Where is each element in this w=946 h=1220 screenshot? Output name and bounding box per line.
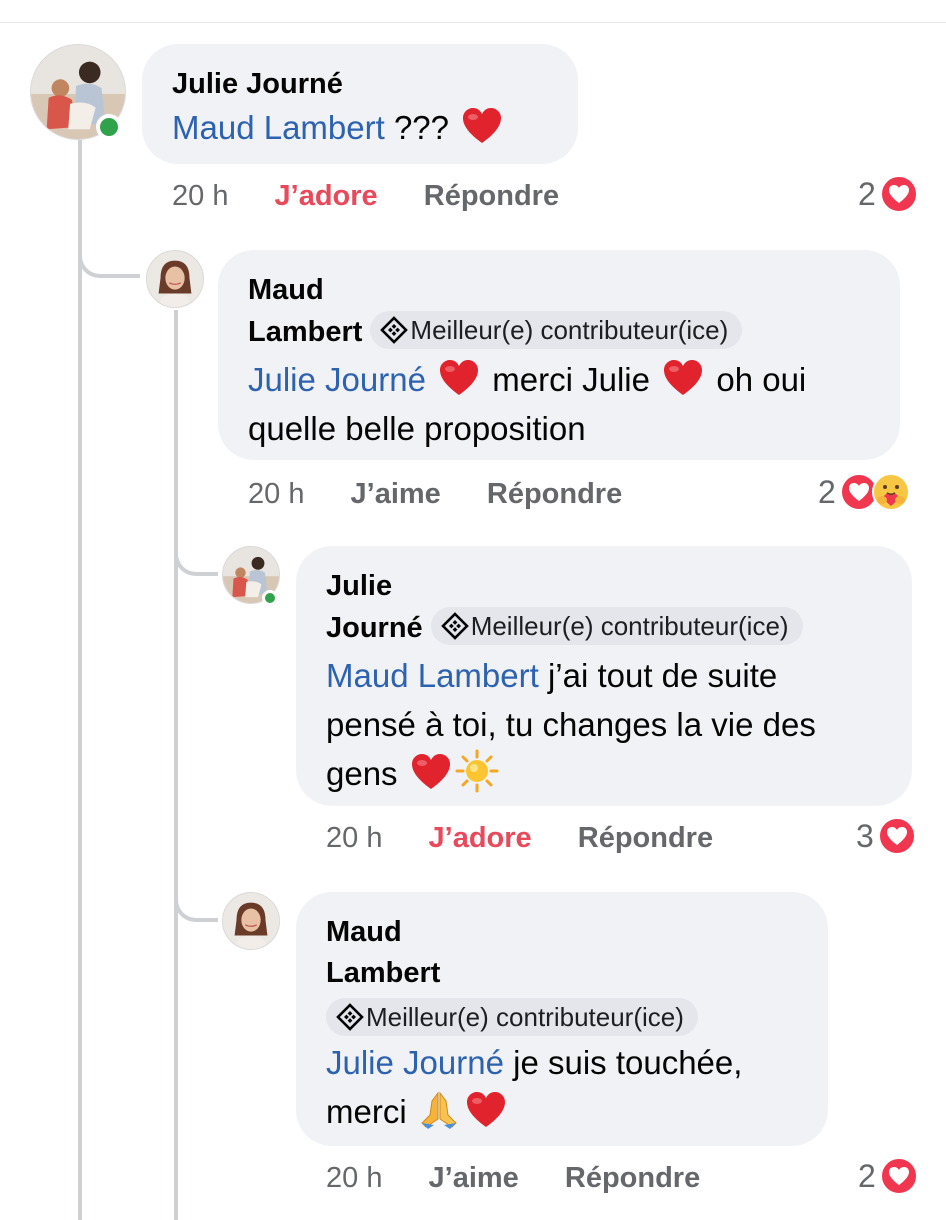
online-status-dot: [96, 114, 122, 140]
comment-author[interactable]: Maud Lambert Meilleur(e) contributeur(ic…: [326, 912, 798, 1040]
maud-photo-icon: [147, 251, 203, 307]
sun-emoji-icon: [455, 749, 499, 793]
comment-bubble[interactable]: Maud Lambert Meilleur(e) contributeur(ic…: [296, 892, 828, 1146]
badge-label: Meilleur(e) contributeur(ice): [366, 1002, 684, 1032]
online-status-dot: [262, 590, 278, 606]
care-reaction-icon: [871, 473, 910, 511]
author-last-name: Lambert: [248, 316, 363, 348]
reply-button[interactable]: Répondre: [565, 1162, 700, 1194]
comment-bubble[interactable]: Julie Journé Meilleur(e) contributeur(ice…: [296, 546, 912, 806]
comment-text-part: j’ai tout de suite: [538, 657, 778, 694]
love-reaction-icon: [879, 1157, 918, 1195]
comment-time[interactable]: 20 h: [326, 1162, 382, 1194]
reaction-count: 3: [856, 818, 874, 854]
comment-text: Julie Journé je suis touchée, merci: [326, 1038, 798, 1136]
comment-actions: 20 h J’aime Répondre: [326, 1160, 738, 1196]
maud-photo-icon: [223, 893, 279, 949]
comment-text-part: pensé à toi, tu changes la vie des: [326, 706, 816, 743]
top-contributor-badge[interactable]: Meilleur(e) contributeur(ice): [326, 998, 698, 1036]
red-heart-emoji-icon: [664, 360, 703, 395]
mention-link[interactable]: Maud Lambert: [326, 657, 539, 694]
comment-bubble[interactable]: Julie Journé Maud Lambert ???: [142, 44, 578, 164]
badge-label: Meilleur(e) contributeur(ice): [470, 611, 789, 641]
top-contributor-badge[interactable]: Meilleur(e) contributeur(ice): [370, 311, 743, 349]
reaction-summary[interactable]: 2: [858, 1156, 918, 1196]
folded-hands-emoji-icon: [421, 1091, 457, 1129]
comment-bubble[interactable]: Maud Lambert Meilleur(e) contributeur(ice…: [218, 250, 900, 460]
comment-text-part: gens: [326, 755, 407, 792]
author-first-name: Maud: [248, 274, 324, 306]
comment-time[interactable]: 20 h: [248, 478, 304, 510]
like-button[interactable]: J’aime: [429, 1162, 519, 1194]
reaction-count: 2: [858, 176, 876, 212]
mention-link[interactable]: Maud Lambert: [172, 109, 385, 146]
reply-button[interactable]: Répondre: [578, 822, 713, 854]
mention-link[interactable]: Julie Journé: [248, 361, 426, 398]
comment-text-part: quelle belle proposition: [248, 410, 586, 447]
love-reaction-icon: [879, 175, 918, 213]
top-contributor-badge-icon: [380, 316, 409, 344]
author-last-name: Lambert: [326, 957, 441, 989]
comment-text-part: je suis touchée,: [503, 1044, 743, 1081]
badge-label: Meilleur(e) contributeur(ice): [410, 315, 729, 345]
comment-text: Maud Lambert ???: [172, 103, 548, 152]
red-heart-emoji-icon: [463, 108, 502, 143]
like-button[interactable]: J’aime: [351, 478, 441, 510]
author-last-name: Journé: [326, 612, 423, 644]
thread-elbow-1: [78, 140, 140, 278]
thread-line-sub: [174, 310, 178, 1220]
thread-elbow-3: [174, 850, 218, 922]
avatar-maud[interactable]: [146, 250, 204, 308]
author-first-name: Julie: [326, 570, 393, 602]
mention-link[interactable]: Julie Journé: [326, 1044, 504, 1081]
thread-elbow-2: [174, 470, 218, 576]
comment-author[interactable]: Julie Journé Meilleur(e) contributeur(ice…: [326, 566, 882, 649]
top-contributor-badge-icon: [336, 1003, 364, 1031]
author-first-name: Maud: [326, 916, 402, 948]
comment-actions: 20 h J’adore Répondre: [172, 178, 597, 214]
top-contributor-badge-icon: [440, 612, 469, 640]
red-heart-emoji-icon: [411, 754, 450, 789]
comment-text-part: oh oui: [707, 361, 807, 398]
reaction-summary[interactable]: 2: [858, 174, 918, 214]
top-contributor-badge[interactable]: Meilleur(e) contributeur(ice): [430, 607, 803, 645]
thread-line-main: [78, 140, 82, 1220]
comment-time[interactable]: 20 h: [326, 822, 382, 854]
comment-text-part: ???: [384, 109, 450, 146]
comment-text-part: merci Julie: [483, 361, 660, 398]
comment-text-part: merci: [326, 1093, 416, 1130]
comment-text: Julie Journé merci Julie oh oui quelle b…: [248, 355, 870, 453]
comment-time[interactable]: 20 h: [172, 180, 228, 212]
reaction-summary[interactable]: 2: [818, 472, 910, 512]
comment-actions: 20 h J’adore Répondre: [326, 820, 751, 856]
like-button[interactable]: J’adore: [429, 822, 532, 854]
like-button[interactable]: J’adore: [275, 180, 378, 212]
top-divider: [0, 22, 946, 23]
comment-actions: 20 h J’aime Répondre: [248, 476, 660, 512]
comment-text: Maud Lambert j’ai tout de suite pensé à …: [326, 651, 882, 798]
avatar-maud[interactable]: [222, 892, 280, 950]
reaction-summary[interactable]: 3: [856, 816, 916, 856]
love-reaction-icon: [877, 817, 916, 855]
reply-button[interactable]: Répondre: [487, 478, 622, 510]
reaction-count: 2: [818, 474, 836, 510]
comment-author[interactable]: Julie Journé: [172, 64, 548, 105]
reply-button[interactable]: Répondre: [424, 180, 559, 212]
red-heart-emoji-icon: [466, 1092, 505, 1127]
reaction-count: 2: [858, 1158, 876, 1194]
red-heart-emoji-icon: [440, 360, 479, 395]
comment-author[interactable]: Maud Lambert Meilleur(e) contributeur(ice…: [248, 270, 870, 353]
